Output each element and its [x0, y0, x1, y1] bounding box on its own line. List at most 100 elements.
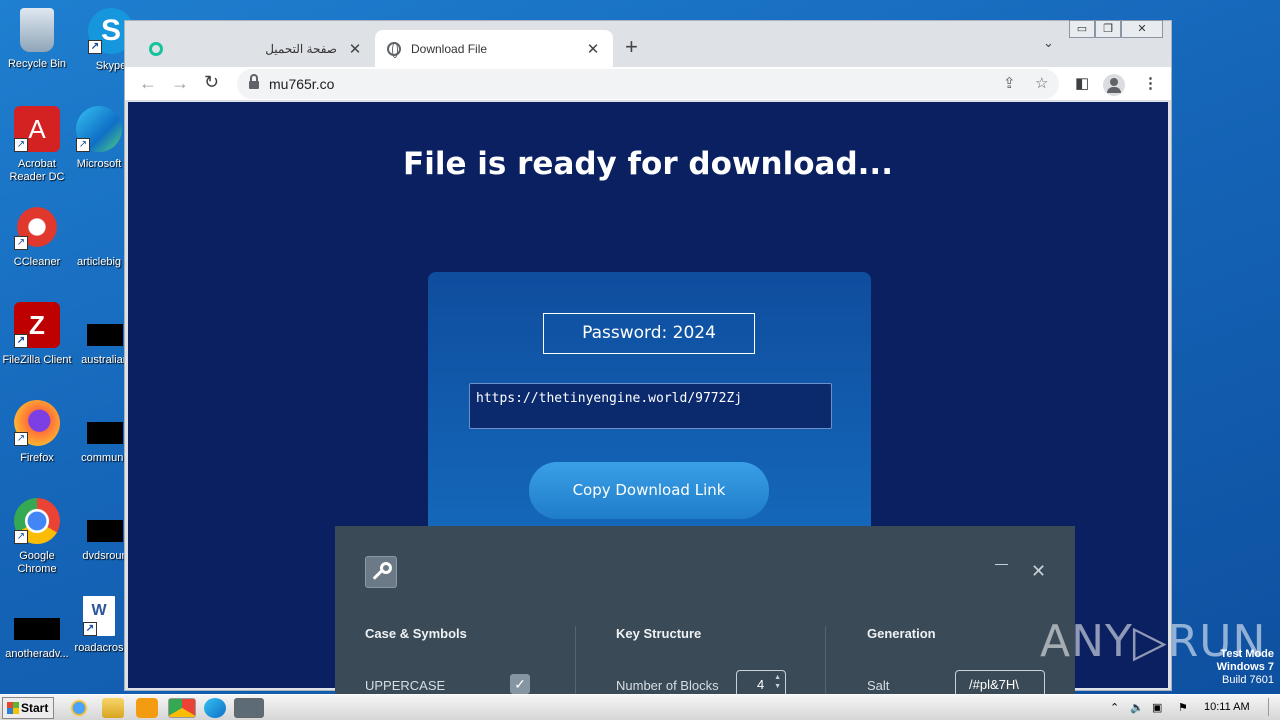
desktop-icon-label: Acrobat Reader DC	[9, 158, 65, 183]
media-player-icon[interactable]	[136, 698, 158, 718]
password-generator-dialog: ✕ Case & Symbols UPPERCASE ✓ Key Structu…	[335, 526, 1075, 698]
redacted-file-icon	[87, 520, 123, 542]
section-heading: Case & Symbols	[365, 626, 467, 641]
reload-button[interactable]: ↻	[204, 72, 219, 93]
tab-title: Download File	[411, 41, 488, 56]
desktop-icon-recycle-bin[interactable]: Recycle Bin	[0, 8, 74, 71]
speaker-icon[interactable]: 🔈	[1130, 701, 1144, 714]
windows-version-line: Windows 7	[1216, 661, 1274, 673]
profile-icon[interactable]	[1103, 74, 1125, 96]
tab-title: صفحة التحميل	[265, 41, 337, 56]
section-divider	[825, 626, 826, 696]
network-icon[interactable]: ▣	[1152, 701, 1162, 714]
url-text[interactable]: mu765r.co	[269, 76, 334, 92]
side-panel-icon[interactable]: ◧	[1075, 74, 1089, 92]
chrome-taskbar-icon[interactable]	[168, 698, 196, 718]
action-center-flag-icon[interactable]: ⚑	[1178, 701, 1188, 714]
close-window-button[interactable]: ✕	[1121, 20, 1163, 38]
address-bar[interactable]: mu765r.co ⇪ ☆	[237, 69, 1059, 99]
section-heading: Generation	[867, 626, 936, 641]
menu-kebab-icon[interactable]: ⋮	[1143, 74, 1158, 92]
tab-download-file[interactable]: Download File ✕	[375, 30, 613, 67]
grammarly-icon	[149, 41, 163, 56]
close-icon[interactable]: ✕	[585, 40, 601, 58]
firefox-icon: ↗	[14, 400, 60, 446]
file-icon	[76, 204, 122, 250]
globe-icon	[387, 41, 401, 58]
desktop-icon-filezilla[interactable]: Z ↗ FileZilla Client	[0, 302, 74, 367]
build-line: Build 7601	[1222, 674, 1274, 686]
copy-download-link-button[interactable]: Copy Download Link	[529, 462, 769, 519]
desktop-icon-label: FileZilla Client	[2, 354, 72, 366]
uppercase-checkbox[interactable]: ✓	[510, 674, 530, 694]
internet-explorer-icon[interactable]	[68, 698, 90, 718]
taskbar: Start ⌃ 🔈 ▣ ⚑ 10:11 AM	[0, 694, 1280, 720]
case-symbols-section: Case & Symbols UPPERCASE	[365, 626, 565, 693]
edge-taskbar-icon[interactable]	[204, 698, 226, 718]
restore-button[interactable]: ❐	[1095, 20, 1121, 38]
desktop-icon-label: Skype	[95, 60, 127, 72]
desktop-icon-label: CCleaner	[13, 256, 61, 268]
file-explorer-icon[interactable]	[102, 698, 124, 718]
desktop-icon-label: Microsoft	[76, 158, 122, 170]
redacted-file-icon	[87, 422, 123, 444]
desktop-icon-label: articlebig	[76, 256, 122, 268]
close-icon[interactable]: ✕	[347, 40, 363, 58]
desktop-icon-label: dvdsroun	[82, 550, 128, 562]
desktop-icon-firefox[interactable]: ↗ Firefox	[0, 400, 74, 465]
tab-search-button[interactable]: ⌄	[1043, 35, 1054, 51]
chrome-icon: ↗	[14, 498, 60, 544]
ccleaner-icon: ↗	[14, 204, 60, 250]
key-structure-section: Key Structure Number of Blocks	[616, 626, 816, 693]
start-button[interactable]: Start	[2, 697, 54, 719]
window-controls: ▭ ❐ ✕	[1069, 20, 1163, 38]
stepper-value: 4	[757, 677, 765, 692]
show-desktop-button[interactable]	[1268, 698, 1278, 716]
windows-logo-icon	[7, 702, 19, 714]
salt-label: Salt	[867, 678, 890, 693]
recycle-bin-icon	[20, 8, 54, 52]
lock-icon[interactable]	[249, 74, 259, 89]
uppercase-label: UPPERCASE	[365, 678, 446, 693]
filezilla-icon: Z ↗	[14, 302, 60, 348]
new-tab-button[interactable]: +	[625, 34, 638, 60]
dialog-minimize-button[interactable]	[995, 564, 1008, 565]
desktop-icon-label: Firefox	[20, 452, 54, 464]
system-tray: ⌃ 🔈 ▣ ⚑ 10:11 AM	[1104, 698, 1280, 718]
edge-icon: ↗	[76, 106, 122, 152]
desktop-icon-label: communit	[81, 452, 129, 464]
minimize-button[interactable]: ▭	[1069, 20, 1095, 38]
page-title: File is ready for download...	[403, 146, 893, 182]
forward-button[interactable]: →	[171, 73, 189, 94]
share-icon[interactable]: ⇪	[1003, 74, 1016, 92]
desktop-icon-chrome[interactable]: ↗ Google Chrome	[0, 498, 74, 576]
generation-section: Generation Salt	[867, 626, 1067, 693]
bookmark-star-icon[interactable]: ☆	[1035, 74, 1048, 92]
password-generator-taskbar-icon[interactable]	[234, 698, 264, 718]
number-of-blocks-label: Number of Blocks	[616, 678, 719, 693]
back-button[interactable]: ←	[139, 73, 157, 94]
desktop-icon-label: australian	[81, 354, 129, 366]
desktop-icon-label: roadacros	[74, 642, 124, 654]
desktop-icon-label: anotheradv...	[5, 648, 69, 660]
desktop-icon-label: Google Chrome	[17, 550, 57, 575]
desktop-icon-label: Recycle Bin	[7, 58, 67, 70]
redacted-file-icon	[14, 618, 60, 640]
word-document-icon: W ↗	[83, 596, 115, 636]
browser-toolbar: ← → ↻ mu765r.co ⇪ ☆ ◧ ⋮	[125, 67, 1171, 101]
acrobat-icon: A ↗	[14, 106, 60, 152]
show-hidden-icons[interactable]: ⌃	[1110, 701, 1119, 714]
tab-strip: صفحة التحميل ✕ Download File ✕ + ⌄ ▭ ❐ ✕	[125, 20, 1171, 67]
download-link-field[interactable]: https://thetinyengine.world/9772Zj	[469, 383, 832, 429]
redacted-file-icon	[87, 324, 123, 346]
dialog-close-button[interactable]: ✕	[1031, 562, 1046, 580]
section-heading: Key Structure	[616, 626, 702, 641]
start-label: Start	[21, 701, 49, 715]
tab-download-page-arabic[interactable]: صفحة التحميل ✕	[137, 30, 375, 67]
key-icon	[365, 556, 397, 588]
stepper-arrows-icon[interactable]: ▲ ▼	[774, 673, 781, 691]
clock[interactable]: 10:11 AM	[1204, 701, 1250, 713]
test-mode-watermark: Test Mode Windows 7 Build 7601	[1217, 648, 1274, 687]
section-divider	[575, 626, 576, 696]
test-mode-line: Test Mode	[1220, 648, 1274, 660]
